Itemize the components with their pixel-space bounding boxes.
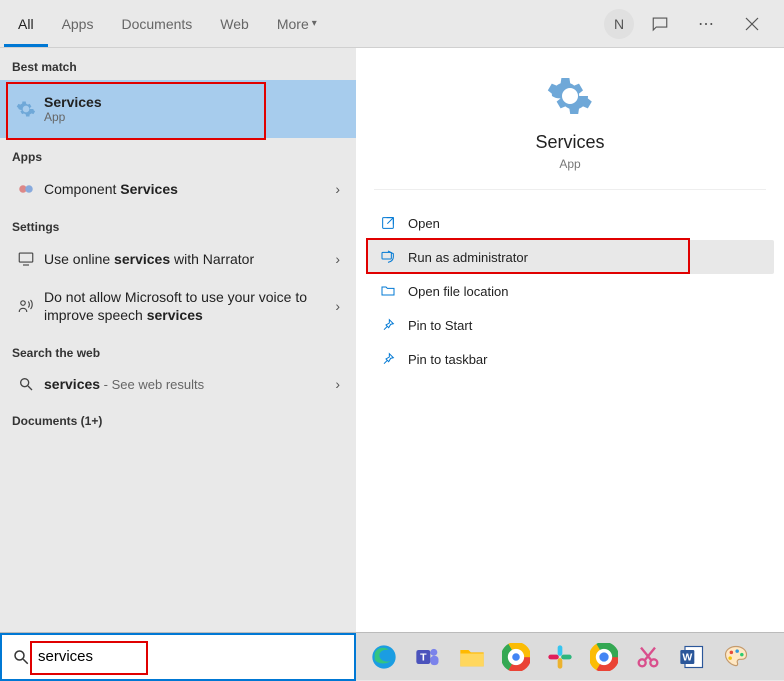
- section-documents: Documents (1+): [0, 402, 356, 434]
- voice-icon: [12, 297, 40, 315]
- taskbar-explorer-icon[interactable]: [452, 637, 492, 677]
- action-run-as-administrator[interactable]: Run as administrator: [366, 240, 774, 274]
- result-title: Services: [44, 94, 102, 110]
- section-best-match: Best match: [0, 48, 356, 80]
- result-narrator-services[interactable]: Use online services with Narrator ›: [0, 240, 356, 278]
- action-open-file-location[interactable]: Open file location: [366, 274, 774, 308]
- action-pin-to-taskbar[interactable]: Pin to taskbar: [366, 342, 774, 376]
- taskbar-slack-icon[interactable]: [540, 637, 580, 677]
- chevron-right-icon: ›: [331, 376, 344, 392]
- svg-text:W: W: [682, 651, 692, 663]
- user-avatar[interactable]: N: [604, 9, 634, 39]
- result-services[interactable]: Services App: [0, 80, 356, 138]
- tab-web[interactable]: Web: [206, 1, 263, 47]
- svg-text:T: T: [420, 651, 427, 663]
- result-speech-services[interactable]: Do not allow Microsoft to use your voice…: [0, 278, 356, 334]
- chevron-right-icon: ›: [331, 251, 344, 267]
- admin-icon: [376, 249, 400, 265]
- feedback-icon[interactable]: [640, 4, 680, 44]
- gear-icon: [12, 99, 40, 119]
- result-web-search[interactable]: services - See web results ›: [0, 366, 356, 402]
- search-box[interactable]: [0, 633, 356, 681]
- section-settings: Settings: [0, 208, 356, 240]
- result-subtitle: App: [44, 110, 344, 124]
- gear-icon: [546, 72, 594, 120]
- monitor-icon: [12, 250, 40, 268]
- chevron-right-icon: ›: [331, 298, 344, 314]
- taskbar-chrome-icon[interactable]: [496, 637, 536, 677]
- detail-title: Services: [356, 132, 784, 153]
- action-pin-to-start[interactable]: Pin to Start: [366, 308, 774, 342]
- close-icon[interactable]: [732, 4, 772, 44]
- section-search-web: Search the web: [0, 334, 356, 366]
- tab-more[interactable]: More▾: [263, 1, 331, 47]
- more-options-icon[interactable]: ⋯: [686, 4, 726, 44]
- tab-all[interactable]: All: [4, 1, 48, 47]
- search-icon: [12, 648, 30, 666]
- pin-icon: [376, 317, 400, 333]
- detail-subtitle: App: [356, 157, 784, 171]
- taskbar: T W: [0, 632, 784, 680]
- results-panel: Best match Services App Apps Component S…: [0, 48, 356, 632]
- result-component-services[interactable]: Component Services ›: [0, 170, 356, 208]
- component-icon: [12, 180, 40, 198]
- section-apps: Apps: [0, 138, 356, 170]
- chevron-right-icon: ›: [331, 181, 344, 197]
- taskbar-snip-icon[interactable]: [628, 637, 668, 677]
- folder-icon: [376, 283, 400, 299]
- action-open[interactable]: Open: [366, 206, 774, 240]
- tab-documents[interactable]: Documents: [107, 1, 206, 47]
- taskbar-chrome-canary-icon[interactable]: [584, 637, 624, 677]
- detail-panel: Services App Open Run as administrator O…: [356, 48, 784, 632]
- tab-apps[interactable]: Apps: [48, 1, 108, 47]
- search-tabs: All Apps Documents Web More▾ N ⋯: [0, 0, 784, 48]
- taskbar-teams-icon[interactable]: T: [408, 637, 448, 677]
- pin-icon: [376, 351, 400, 367]
- search-icon: [12, 376, 40, 392]
- taskbar-word-icon[interactable]: W: [672, 637, 712, 677]
- taskbar-paint-icon[interactable]: [716, 637, 756, 677]
- open-icon: [376, 215, 400, 231]
- search-input[interactable]: [38, 648, 344, 665]
- chevron-down-icon: ▾: [312, 18, 317, 29]
- taskbar-edge-icon[interactable]: [364, 637, 404, 677]
